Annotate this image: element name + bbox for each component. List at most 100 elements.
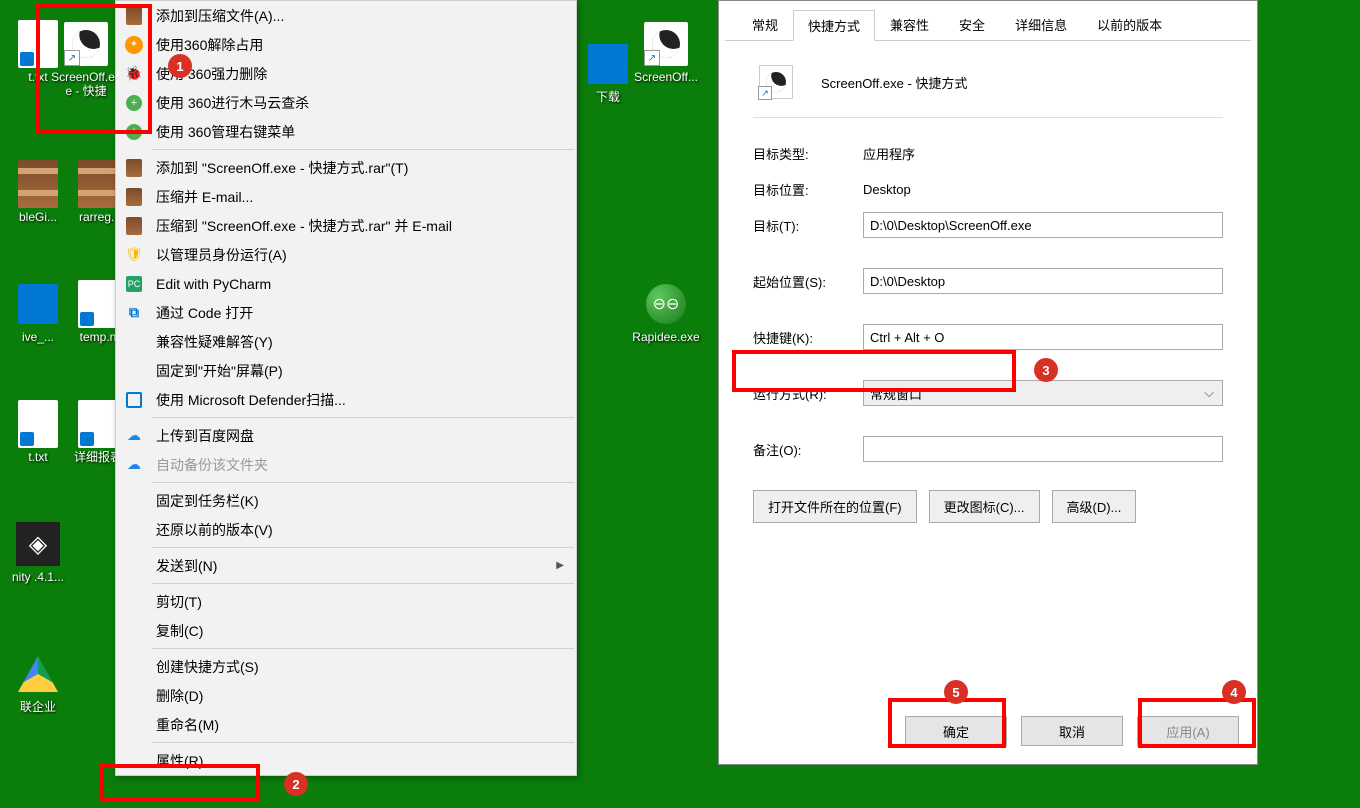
menu-item-19[interactable]: 固定到任务栏(K) (116, 486, 576, 515)
desktop-icon-screenoff2[interactable]: ScreenOff... (628, 20, 704, 84)
menu-item-label: 使用 360管理右键菜单 (156, 122, 295, 142)
menu-item-27[interactable]: 创建快捷方式(S) (116, 652, 576, 681)
menu-item-25[interactable]: 复制(C) (116, 616, 576, 645)
menu-item-6[interactable]: 添加到 "ScreenOff.exe - 快捷方式.rar"(T) (116, 153, 576, 182)
open-location-button[interactable]: 打开文件所在的位置(F) (753, 490, 917, 523)
menu-item-24[interactable]: 剪切(T) (116, 587, 576, 616)
menu-item-label: 发送到(N) (156, 556, 217, 576)
menu-item-8[interactable]: 压缩到 "ScreenOff.exe - 快捷方式.rar" 并 E-mail (116, 211, 576, 240)
shortcut-icon (759, 65, 793, 99)
green-plus-icon: + (124, 122, 144, 142)
menu-item-12[interactable]: 兼容性疑难解答(Y) (116, 327, 576, 356)
target-input[interactable] (863, 212, 1223, 238)
menu-item-label: 上传到百度网盘 (156, 426, 254, 446)
tab-5[interactable]: 以前的版本 (1082, 9, 1177, 40)
menu-item-label: 添加到压缩文件(A)... (156, 6, 284, 26)
menu-item-10[interactable]: PCEdit with PyCharm (116, 269, 576, 298)
tab-2[interactable]: 兼容性 (875, 9, 944, 40)
menu-item-29[interactable]: 重命名(M) (116, 710, 576, 739)
ok-button[interactable]: 确定 (905, 716, 1007, 746)
menu-item-14[interactable]: 使用 Microsoft Defender扫描... (116, 385, 576, 414)
menu-item-label: 自动备份该文件夹 (156, 455, 268, 475)
shield-icon: 🛡 (124, 245, 144, 265)
icon-label: 联企业 (20, 700, 56, 714)
target-type-value: 应用程序 (863, 144, 1223, 163)
menu-item-label: 复制(C) (156, 621, 203, 641)
comment-label: 备注(O): (753, 440, 853, 459)
menu-item-22[interactable]: 发送到(N) ▶ (116, 551, 576, 580)
icon-label: t.txt (28, 450, 47, 464)
startin-label: 起始位置(S): (753, 272, 853, 291)
rar-icon (124, 216, 144, 236)
tab-1[interactable]: 快捷方式 (793, 10, 875, 41)
startin-input[interactable] (863, 268, 1223, 294)
menu-item-31[interactable]: 属性(R) (116, 746, 576, 775)
360-icon: ✦ (124, 35, 144, 55)
menu-item-20[interactable]: 还原以前的版本(V) (116, 515, 576, 544)
menu-item-label: 兼容性疑难解答(Y) (156, 332, 273, 352)
apply-button[interactable]: 应用(A) (1137, 716, 1239, 746)
menu-item-label: 以管理员身份运行(A) (156, 245, 287, 265)
menu-item-label: 使用 360强力删除 (156, 64, 267, 84)
submenu-arrow-icon: ▶ (556, 560, 564, 571)
menu-item-label: 剪切(T) (156, 592, 202, 612)
desktop-icon-unity[interactable]: ◈nity .4.1... (0, 520, 76, 584)
menu-item-28[interactable]: 删除(D) (116, 681, 576, 710)
icon-label: rarreg.l (79, 210, 117, 224)
comment-input[interactable] (863, 436, 1223, 462)
menu-item-13[interactable]: 固定到"开始"屏幕(P) (116, 356, 576, 385)
icon-label: 下载 (596, 90, 620, 104)
menu-item-label: 还原以前的版本(V) (156, 520, 273, 540)
menu-item-label: 通过 Code 打开 (156, 303, 253, 323)
menu-item-4[interactable]: + 使用 360管理右键菜单 (116, 117, 576, 146)
advanced-button[interactable]: 高级(D)... (1052, 490, 1137, 523)
rar-icon (124, 6, 144, 26)
icon-label: nity .4.1... (12, 570, 64, 584)
tab-4[interactable]: 详细信息 (1000, 9, 1082, 40)
tab-0[interactable]: 常规 (737, 9, 793, 40)
menu-item-label: 固定到任务栏(K) (156, 491, 259, 511)
icon-label: t.txt (28, 70, 47, 84)
cloud-icon: ☁ (124, 455, 144, 475)
menu-item-label: 添加到 "ScreenOff.exe - 快捷方式.rar"(T) (156, 158, 408, 178)
vscode-icon: ⧉ (124, 303, 144, 323)
run-select[interactable]: 常规窗口 (863, 380, 1223, 406)
icon-label: ScreenOff.exe - 快捷 (48, 70, 124, 99)
menu-item-label: 删除(D) (156, 686, 203, 706)
menu-item-17: ☁ 自动备份该文件夹 (116, 450, 576, 479)
context-menu: 添加到压缩文件(A)...✦使用360解除占用🐞使用 360强力删除+使用 36… (115, 0, 577, 776)
tab-3[interactable]: 安全 (944, 9, 1000, 40)
menu-item-label: 重命名(M) (156, 715, 219, 735)
icon-label: bleGi... (19, 210, 57, 224)
icon-label: Rapidee.exe (632, 330, 699, 344)
rar-icon (124, 158, 144, 178)
icon-label: ScreenOff... (634, 70, 698, 84)
desktop-icon-gdrive[interactable]: 联企业 (0, 650, 76, 714)
menu-item-label: 压缩到 "ScreenOff.exe - 快捷方式.rar" 并 E-mail (156, 216, 452, 236)
rar-icon (124, 187, 144, 207)
menu-item-16[interactable]: ☁上传到百度网盘 (116, 421, 576, 450)
desktop-icon-screenoff[interactable]: ScreenOff.exe - 快捷 (48, 20, 124, 99)
target-type-label: 目标类型: (753, 144, 853, 163)
menu-item-1[interactable]: ✦使用360解除占用 (116, 30, 576, 59)
cancel-button[interactable]: 取消 (1021, 716, 1123, 746)
menu-item-label: 压缩并 E-mail... (156, 187, 253, 207)
menu-item-11[interactable]: ⧉ 通过 Code 打开 (116, 298, 576, 327)
change-icon-button[interactable]: 更改图标(C)... (929, 490, 1040, 523)
menu-item-label: 使用 360进行木马云查杀 (156, 93, 309, 113)
target-loc-label: 目标位置: (753, 180, 853, 199)
menu-item-9[interactable]: 🛡 以管理员身份运行(A) (116, 240, 576, 269)
menu-item-7[interactable]: 压缩并 E-mail... (116, 182, 576, 211)
bug-icon: 🐞 (124, 64, 144, 84)
properties-title: ScreenOff.exe - 快捷方式 (821, 73, 967, 92)
menu-item-label: Edit with PyCharm (156, 276, 271, 292)
menu-item-3[interactable]: +使用 360进行木马云查杀 (116, 88, 576, 117)
icon-label: ive_... (22, 330, 54, 344)
shortcut-key-input[interactable] (863, 324, 1223, 350)
desktop-icon-rapidee[interactable]: ⊖⊖Rapidee.exe (628, 280, 704, 344)
menu-item-label: 属性(R) (156, 751, 203, 771)
menu-item-0[interactable]: 添加到压缩文件(A)... (116, 1, 576, 30)
properties-dialog: 常规快捷方式兼容性安全详细信息以前的版本 ScreenOff.exe - 快捷方… (718, 0, 1258, 765)
menu-item-2[interactable]: 🐞 使用 360强力删除 (116, 59, 576, 88)
target-label: 目标(T): (753, 216, 853, 235)
